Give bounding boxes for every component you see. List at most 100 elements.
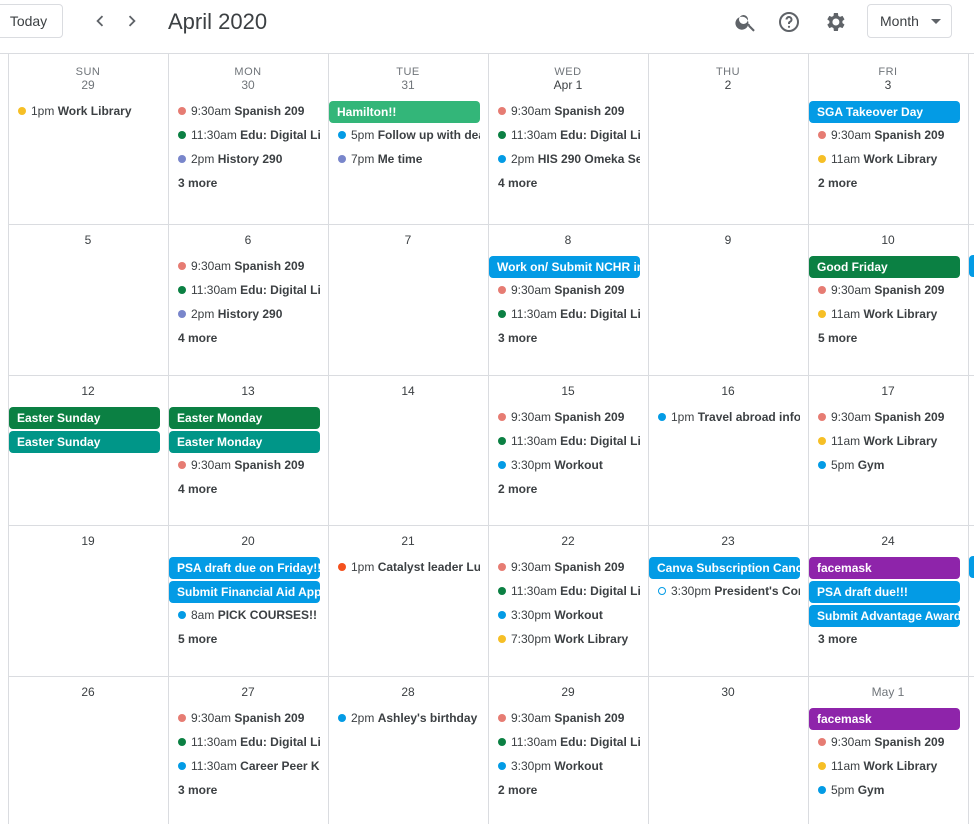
event-item[interactable]: 9:30am Spanish 209	[808, 407, 960, 427]
day-cell[interactable]: TUE 31 Hamilton!! 5pm Follow up with dea 7pm…	[328, 54, 488, 224]
day-cell[interactable]: 27 9:30am Spanish 209 11:30am Edu: Digital…	[168, 676, 328, 824]
day-number[interactable]: 31	[328, 78, 488, 92]
day-number[interactable]: 3	[808, 78, 968, 92]
day-number[interactable]: 7	[328, 233, 488, 247]
day-cell[interactable]: SUN 29 1pm Work Library	[8, 54, 168, 224]
event-chip[interactable]: Work on/ Submit NCHR in	[489, 256, 640, 278]
day-cell[interactable]: 16 1pm Travel abroad info	[648, 375, 808, 525]
day-number[interactable]: 29	[8, 78, 168, 92]
day-number[interactable]: 27	[168, 685, 328, 699]
day-number[interactable]: 19	[8, 534, 168, 548]
day-number[interactable]: 15	[488, 384, 648, 398]
event-item[interactable]: 11:30am Edu: Digital Lit	[168, 280, 320, 300]
day-cell[interactable]: 6 9:30am Spanish 209 11:30am Edu: Digital …	[168, 224, 328, 375]
event-item[interactable]: 11:30am Edu: Digital Lit	[488, 431, 640, 451]
event-chip[interactable]: PSA draft due on Friday!!	[169, 557, 320, 579]
day-cell[interactable]: 22 9:30am Spanish 209 11:30am Edu: Digital…	[488, 525, 648, 676]
day-cell[interactable]: 7	[328, 224, 488, 375]
event-item[interactable]: 2pm History 290	[168, 304, 320, 324]
event-item[interactable]: 9:30am Spanish 209	[168, 256, 320, 276]
event-item[interactable]: 9:30am Spanish 209	[808, 280, 960, 300]
event-item[interactable]: 9:30am Spanish 209	[168, 455, 320, 475]
gear-icon[interactable]	[823, 10, 847, 34]
event-item[interactable]: 9:30am Spanish 209	[488, 101, 640, 121]
more-events-link[interactable]: 4 more	[498, 173, 537, 193]
event-item[interactable]: 3:30pm Workout	[488, 756, 640, 776]
event-item[interactable]: 9:30am Spanish 209	[488, 708, 640, 728]
day-number[interactable]: May 1	[808, 685, 968, 699]
day-number[interactable]: 26	[8, 685, 168, 699]
day-cell[interactable]: MON 30 9:30am Spanish 209 11:30am Edu: Digi…	[168, 54, 328, 224]
event-item[interactable]: 11:30am Edu: Digital Lit	[168, 732, 320, 752]
event-chip[interactable]: Easter Monday	[169, 407, 320, 429]
event-item[interactable]: 11:30am Edu: Digital Lit	[168, 125, 320, 145]
day-cell[interactable]: 24 facemask PSA draft due!!! Submit Advanta…	[808, 525, 968, 676]
event-chip-partial[interactable]	[969, 556, 974, 578]
day-cell[interactable]: May 1 facemask 9:30am Spanish 209 11am Work…	[808, 676, 968, 824]
day-cell[interactable]: 21 1pm Catalyst leader Lun	[328, 525, 488, 676]
day-number[interactable]: 29	[488, 685, 648, 699]
day-number[interactable]: 6	[168, 233, 328, 247]
day-cell[interactable]: 26	[8, 676, 168, 824]
event-item[interactable]: 1pm Work Library	[8, 101, 160, 121]
event-item[interactable]: 11am Work Library	[808, 149, 960, 169]
day-cell[interactable]: WED Apr 1 9:30am Spanish 209 11:30am Edu: D…	[488, 54, 648, 224]
search-icon[interactable]	[734, 10, 758, 34]
day-number[interactable]: 2	[648, 78, 808, 92]
event-item[interactable]: 11am Work Library	[808, 304, 960, 324]
day-number[interactable]: 9	[648, 233, 808, 247]
event-item[interactable]: 7:30pm Work Library	[488, 629, 640, 649]
day-cell[interactable]: 30	[648, 676, 808, 824]
event-item[interactable]: 5pm Follow up with dea	[328, 125, 480, 145]
event-item[interactable]: 11am Work Library	[808, 431, 960, 451]
day-cell[interactable]: 9	[648, 224, 808, 375]
more-events-link[interactable]: 3 more	[178, 780, 217, 800]
view-selector[interactable]: Month	[867, 4, 952, 38]
event-chip[interactable]: Good Friday	[809, 256, 960, 278]
event-item[interactable]: 3:30pm President's Con	[648, 581, 800, 601]
event-item[interactable]: 11:30am Edu: Digital Lit	[488, 125, 640, 145]
event-item[interactable]: 11:30am Edu: Digital Lit	[488, 732, 640, 752]
chevron-right-icon[interactable]	[121, 10, 143, 32]
event-chip[interactable]: SGA Takeover Day	[809, 101, 960, 123]
event-item[interactable]: 11:30am Career Peer Ki	[168, 756, 320, 776]
day-number[interactable]: 30	[168, 78, 328, 92]
day-number[interactable]: 16	[648, 384, 808, 398]
event-item[interactable]: 1pm Catalyst leader Lun	[328, 557, 480, 577]
day-number[interactable]: 8	[488, 233, 648, 247]
day-cell[interactable]: 20 PSA draft due on Friday!! Submit Financ…	[168, 525, 328, 676]
more-events-link[interactable]: 4 more	[178, 479, 217, 499]
event-chip[interactable]: Canva Subscription Cance	[649, 557, 800, 579]
more-events-link[interactable]: 5 more	[178, 629, 217, 649]
more-events-link[interactable]: 3 more	[498, 328, 537, 348]
day-cell[interactable]: 15 9:30am Spanish 209 11:30am Edu: Digital…	[488, 375, 648, 525]
event-item[interactable]: 8am PICK COURSES!!	[168, 605, 320, 625]
more-events-link[interactable]: 4 more	[178, 328, 217, 348]
event-item[interactable]: 2pm History 290	[168, 149, 320, 169]
more-events-link[interactable]: 3 more	[178, 173, 217, 193]
event-item[interactable]: 3:30pm Workout	[488, 455, 640, 475]
day-cell[interactable]: 5	[8, 224, 168, 375]
day-number[interactable]: 21	[328, 534, 488, 548]
event-item[interactable]: 11:30am Edu: Digital Lit	[488, 304, 640, 324]
day-number[interactable]: 17	[808, 384, 968, 398]
day-number[interactable]: 10	[808, 233, 968, 247]
event-item[interactable]: 9:30am Spanish 209	[168, 708, 320, 728]
event-item[interactable]: 5pm Gym	[808, 455, 960, 475]
more-events-link[interactable]: 2 more	[818, 173, 857, 193]
event-item[interactable]: 9:30am Spanish 209	[488, 407, 640, 427]
event-chip[interactable]: Easter Sunday	[9, 407, 160, 429]
day-cell[interactable]: 23 Canva Subscription Cance 3:30pm Preside…	[648, 525, 808, 676]
event-item[interactable]: 1pm Travel abroad info	[648, 407, 800, 427]
day-cell[interactable]: 17 9:30am Spanish 209 11am Work Library 5pm…	[808, 375, 968, 525]
day-number[interactable]: 28	[328, 685, 488, 699]
event-item[interactable]: 2pm HIS 290 Omeka Se	[488, 149, 640, 169]
event-item[interactable]: 9:30am Spanish 209	[488, 280, 640, 300]
event-item[interactable]: 9:30am Spanish 209	[808, 732, 960, 752]
day-number[interactable]: 24	[808, 534, 968, 548]
event-item[interactable]: 9:30am Spanish 209	[168, 101, 320, 121]
event-item[interactable]: 9:30am Spanish 209	[488, 557, 640, 577]
day-cell[interactable]: 12 Easter Sunday Easter Sunday	[8, 375, 168, 525]
more-events-link[interactable]: 5 more	[818, 328, 857, 348]
event-chip[interactable]: Easter Monday	[169, 431, 320, 453]
